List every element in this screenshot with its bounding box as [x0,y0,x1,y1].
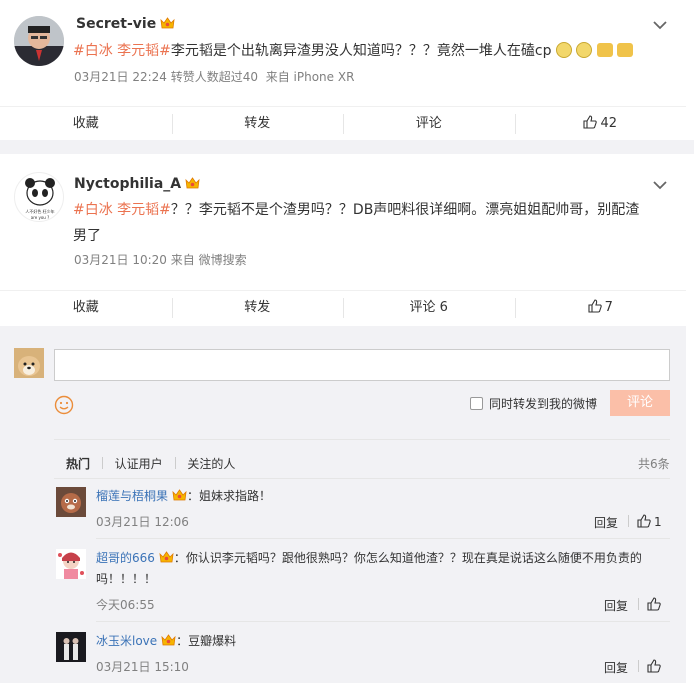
emoji-hand-icon [596,43,613,57]
divider [54,439,670,440]
chevron-down-icon[interactable] [653,20,667,30]
divider [54,478,670,479]
comment-tabs: 热门 认证用户 关注的人 [66,455,235,472]
tab-verified[interactable]: 认证用户 [115,457,163,471]
source-prefix: 来自 [265,70,290,84]
comment-username[interactable]: 冰玉米love [96,634,157,648]
post-body: 李元韬是个出轨离异渣男没人知道吗？？？竟然一堆人在磕cp [170,43,552,59]
reply-button[interactable]: 回复 [594,514,618,531]
username-text[interactable]: Nyctophilia_A [74,176,181,192]
tab-divider [101,457,103,469]
vip-crown-icon [159,551,174,563]
username-text[interactable]: Secret-vie [76,16,156,32]
reply-button[interactable]: 回复 [604,597,628,614]
comment-time: 03月21日 12:06 [96,515,189,529]
like-button[interactable]: 7 [514,297,687,318]
comment-body: ：你认识李元韬吗？跟他很熟吗？你怎么知道他渣？？现在真是说话这么随便不用负责的吗… [96,551,642,586]
source-prefix: 来自 [170,253,195,267]
repost-info: 转赞人数超过40 [170,70,259,84]
post-source: 微博搜索 [198,253,247,267]
comment-text: 冰玉米love ：豆瓣爆料 [96,631,666,652]
post-card: Secret-vie #白冰 李元韬#李元韬是个出轨离异渣男没人知道吗？？？竟然… [0,0,686,140]
action-bar: 收藏 转发 评论 42 [0,106,686,140]
avatar[interactable]: 人不好色 枉少年 are you ? [14,172,64,222]
post-source: iPhone XR [293,70,355,84]
post-meta: 03月21日 10:20 来自 微博搜索 [74,251,247,268]
thumbs-up-icon [583,114,598,129]
emoji-face-icon [555,42,572,58]
post-text: #白冰 李元韬#？？李元韬不是个渣男吗？？DB声吧料很详细啊。漂亮姐姐配帅哥，别… [73,197,651,249]
comment-count: 共6条 [638,457,670,471]
comment-avatar[interactable] [56,632,86,662]
separator [0,140,694,154]
emoji-hand-icon [617,43,634,57]
vip-crown-icon [160,17,175,29]
thumbs-up-icon [647,597,661,611]
post-date[interactable]: 03月21日 22:24 [74,70,167,84]
comment-avatar[interactable] [56,487,86,517]
repost-button[interactable]: 转发 [171,297,344,318]
thumbs-up-icon [637,514,651,528]
comment-button[interactable]: 评论 6 [343,297,515,318]
thumbs-up-icon [647,659,661,673]
comment-like-button[interactable] [647,659,664,674]
like-count: 7 [604,299,613,315]
username[interactable]: Nyctophilia_A [74,176,200,192]
action-divider [638,598,639,610]
collect-button[interactable]: 收藏 [0,114,172,134]
comment-username[interactable]: 超哥的666 [96,551,155,565]
repost-checkbox[interactable] [470,397,483,410]
comment-button[interactable]: 评论 [343,113,515,134]
divider [96,538,670,539]
divider [96,621,670,622]
chevron-down-icon[interactable] [653,180,667,190]
repost-checkbox-label: 同时转发到我的微博 [489,397,598,411]
like-button[interactable]: 42 [514,113,687,134]
thumbs-up-icon [588,298,602,313]
submit-comment-button[interactable]: 评论 [610,390,670,416]
comment-time: 今天06:55 [96,598,155,612]
post-meta: 03月21日 22:24 转赞人数超过40 来自 iPhone XR [74,68,354,85]
action-divider [638,660,639,672]
reply-button[interactable]: 回复 [604,659,628,676]
comment-time: 03月21日 15:10 [96,660,189,674]
hashtag-link[interactable]: #白冰 李元韬# [73,43,171,59]
emoji-face-icon [576,42,593,58]
comment-like-button[interactable] [647,597,664,612]
post-card: 人不好色 枉少年 are you ? Nyctophilia_A #白冰 李元韬… [0,154,686,326]
vip-crown-icon [161,634,176,646]
svg-text:are you ?: are you ? [31,215,49,220]
post-date[interactable]: 03月21日 10:20 [74,253,167,267]
comment-input[interactable] [54,349,670,381]
vip-crown-icon [172,489,187,501]
like-count: 42 [600,115,618,131]
comment-body: ：豆瓣爆料 [176,634,237,648]
tab-hot[interactable]: 热门 [66,457,90,471]
repost-button[interactable]: 转发 [171,113,344,134]
post-text: #白冰 李元韬#李元韬是个出轨离异渣男没人知道吗？？？竟然一堆人在磕cp [73,38,673,64]
comment-avatar[interactable] [56,549,86,579]
svg-text:人不好色 枉少年: 人不好色 枉少年 [25,208,54,214]
tab-following[interactable]: 关注的人 [187,457,235,471]
avatar[interactable] [14,16,64,66]
comment-username[interactable]: 榴莲与梧桐果 [96,489,168,503]
my-avatar[interactable] [14,348,44,378]
emoji-picker-icon[interactable] [54,395,74,415]
hashtag-link[interactable]: #白冰 李元韬# [73,202,171,218]
collect-button[interactable]: 收藏 [0,298,172,318]
comment-body: ：姐妹求指路！ [187,489,272,503]
vip-crown-icon [185,177,200,189]
comment-text: 榴莲与梧桐果 ：姐妹求指路！ [96,486,666,507]
comment-text: 超哥的666 ：你认识李元韬吗？跟他很熟吗？你怎么知道他渣？？现在真是说话这么随便… [96,548,656,590]
tab-divider [174,457,176,469]
username[interactable]: Secret-vie [76,16,175,32]
comment-like-count: 1 [654,515,662,529]
action-bar: 收藏 转发 评论 6 7 [0,290,686,324]
action-divider [628,515,629,527]
comment-like-button[interactable]: 1 [637,514,662,529]
